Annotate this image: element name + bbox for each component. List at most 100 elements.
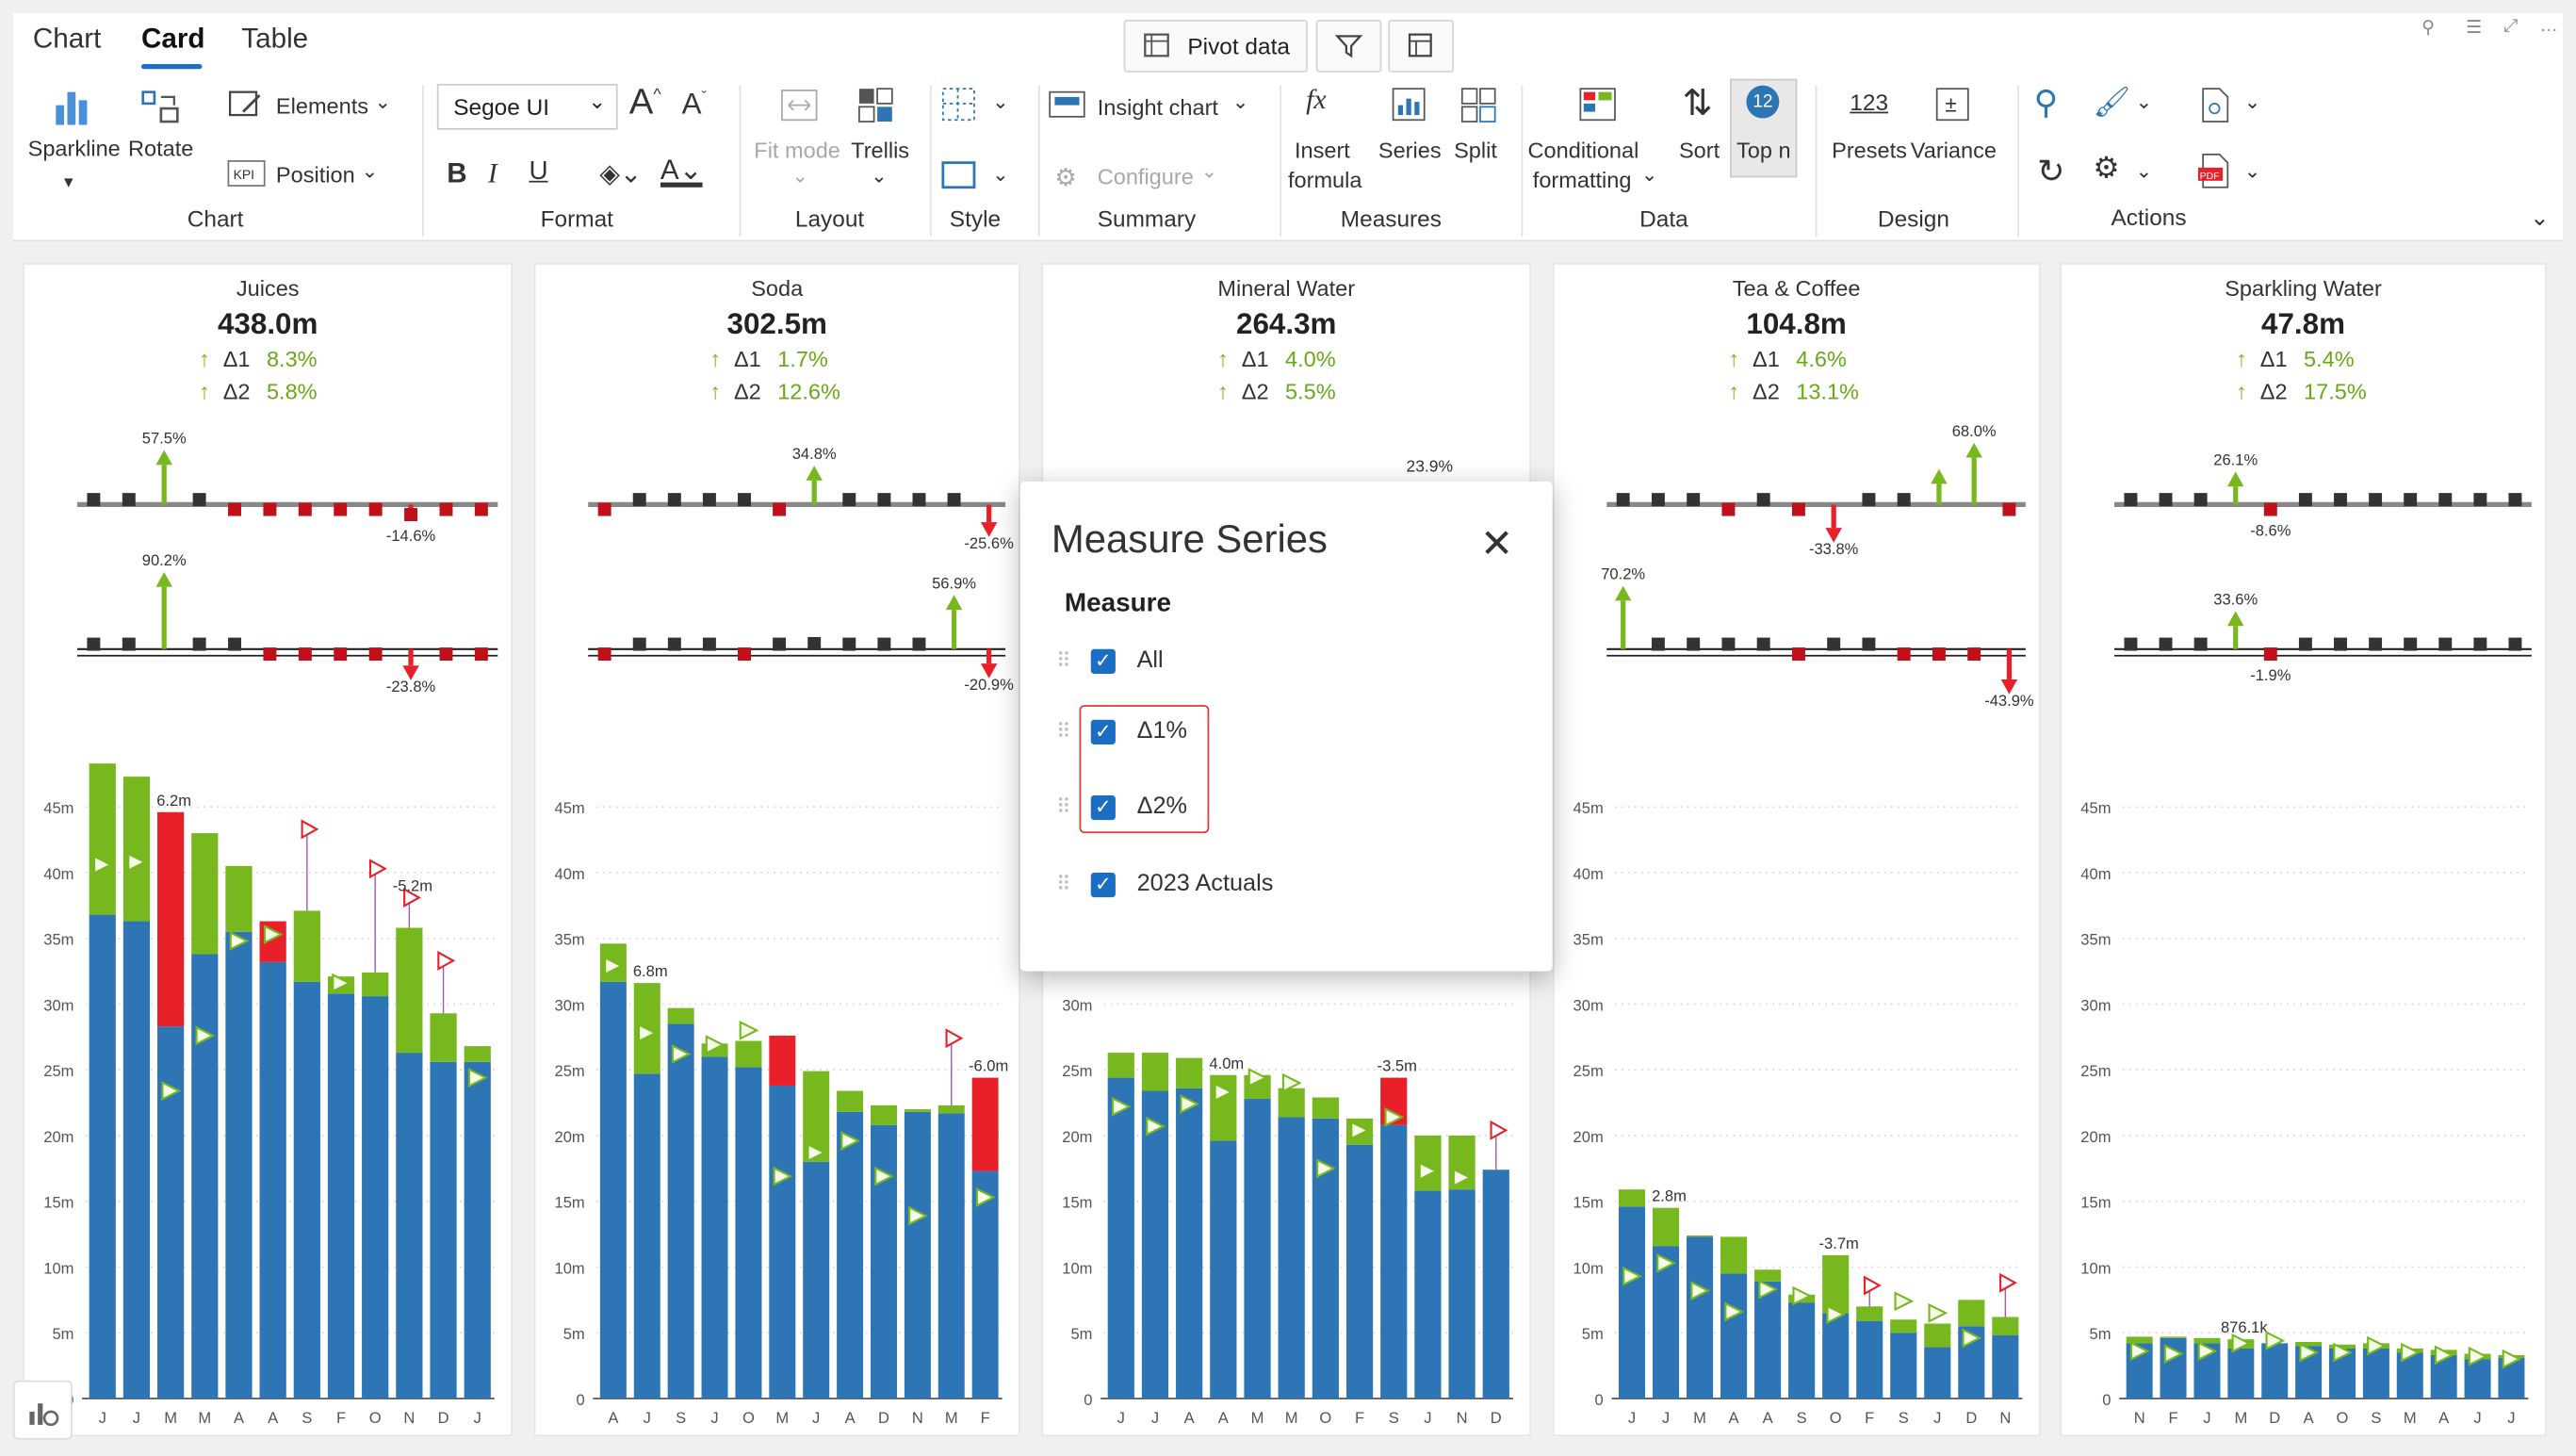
trellis-label[interactable]: Trellis [851, 138, 909, 162]
underline-icon[interactable]: U [529, 157, 547, 187]
gridlines-icon[interactable] [939, 86, 979, 125]
pin-icon[interactable]: ⚲ [2421, 16, 2435, 38]
position-label[interactable]: Position [276, 163, 355, 188]
conditional-label-1[interactable]: Conditional [1528, 138, 1639, 162]
chevron-down-icon[interactable]: ⌄ [2136, 90, 2153, 113]
sparkline-label[interactable]: Sparkline [28, 137, 121, 161]
font-shrink-icon[interactable]: Aˇ [682, 87, 707, 122]
chevron-down-icon[interactable]: ⌄ [2244, 90, 2261, 113]
elements-label[interactable]: Elements [276, 93, 368, 118]
conditional-formatting-icon[interactable] [1577, 86, 1620, 125]
visual-settings-icon[interactable] [12, 1380, 73, 1440]
bar-variance [259, 921, 286, 962]
chevron-down-icon[interactable]: ⌄ [871, 164, 888, 187]
fit-mode-icon[interactable] [778, 86, 821, 125]
chevron-down-icon[interactable]: ⌄ [1232, 90, 1249, 113]
collapse-ribbon-icon[interactable]: ⌄ [2530, 204, 2549, 232]
font-grow-icon[interactable]: A^ [629, 80, 661, 123]
bold-icon[interactable]: B [447, 157, 466, 190]
insert-formula-label-2[interactable]: formula [1288, 168, 1361, 192]
sort-icon[interactable]: ⇅ [1682, 82, 1712, 124]
drag-handle-icon[interactable]: ⠿ [1056, 873, 1091, 895]
font-select[interactable]: Segoe UI ⌄ [436, 83, 618, 130]
variance-label[interactable]: Variance [1911, 138, 1997, 162]
x-tick-label: M [775, 1409, 789, 1427]
y-tick-label: 45m [43, 799, 73, 817]
insert-formula-label-1[interactable]: Insert [1295, 138, 1350, 162]
italic-icon[interactable]: I [488, 157, 497, 190]
filter-corner-icon[interactable]: ☰ [2466, 16, 2482, 38]
paintbrush-icon[interactable]: 🖌 [2093, 86, 2130, 121]
chevron-down-icon[interactable]: ⌄ [791, 164, 808, 187]
bar-actual [2396, 1352, 2423, 1399]
trellis-icon[interactable] [856, 86, 898, 125]
export-settings-icon[interactable] [2196, 86, 2232, 125]
series-label[interactable]: Series [1378, 138, 1442, 162]
filter-button[interactable] [1315, 19, 1382, 73]
split-icon[interactable] [1459, 86, 1498, 125]
conditional-label-2[interactable]: formatting [1533, 168, 1632, 192]
chevron-down-icon[interactable]: ⌄ [1201, 159, 1218, 182]
refresh-icon[interactable]: ↻ [2037, 151, 2064, 192]
presets-label[interactable]: Presets [1832, 138, 1907, 162]
fit-mode-label[interactable]: Fit mode [754, 138, 840, 162]
insert-formula-icon[interactable]: fx [1306, 84, 1326, 117]
more-options-icon[interactable]: … [2540, 16, 2558, 36]
configure-label[interactable]: Configure [1098, 164, 1194, 188]
x-tick-label: S [1899, 1409, 1909, 1427]
bar-variance [122, 777, 151, 922]
font-color-icon[interactable]: A⌄ [660, 155, 703, 188]
measure-item-2023-actuals[interactable]: ⠿ ✓ 2023 Actuals [1056, 864, 1273, 904]
sparkline-arrow [2227, 471, 2244, 487]
checkbox-checked-icon[interactable]: ✓ [1090, 647, 1116, 674]
bar-actual [1414, 1190, 1442, 1399]
bar-actual [327, 993, 355, 1399]
configure-icon[interactable]: ⚙ [1054, 163, 1076, 192]
chevron-down-icon[interactable]: ⌄ [375, 90, 392, 113]
table-edit-button[interactable] [1388, 19, 1455, 73]
bar-variance [1652, 1207, 1680, 1247]
tab-chart[interactable]: Chart [33, 23, 101, 56]
split-label[interactable]: Split [1454, 138, 1497, 162]
chevron-down-icon[interactable]: ⌄ [992, 90, 1009, 113]
x-tick-label: A [234, 1409, 244, 1427]
insight-chart-icon[interactable] [1048, 89, 1087, 122]
drag-handle-icon[interactable]: ⠿ [1056, 649, 1091, 672]
border-icon[interactable] [939, 157, 979, 193]
x-tick-label: J [2473, 1409, 2481, 1427]
chevron-down-icon[interactable]: ▾ [64, 171, 73, 192]
elements-icon[interactable] [227, 86, 267, 125]
sort-label[interactable]: Sort [1679, 138, 1720, 162]
checkbox-checked-icon[interactable]: ✓ [1090, 872, 1116, 897]
variance-icon[interactable]: ± [1933, 86, 1973, 125]
y-tick-label: 30m [555, 996, 585, 1014]
data-label: 4.0m [1209, 1055, 1244, 1072]
fill-color-icon[interactable]: ◈⌄ [599, 157, 642, 190]
sparkline-dot [334, 647, 348, 662]
sparkline-label: -20.9% [964, 676, 1014, 694]
chevron-down-icon[interactable]: ⌄ [2244, 159, 2261, 182]
chevron-down-icon[interactable]: ⌄ [2136, 159, 2153, 182]
chevron-down-icon[interactable]: ⌄ [1641, 163, 1658, 186]
search-icon[interactable]: ⚲ [2034, 82, 2059, 123]
chevron-down-icon[interactable]: ⌄ [362, 159, 379, 182]
data-label: 6.2m [156, 792, 191, 810]
tab-card[interactable]: Card [141, 23, 205, 56]
close-icon[interactable]: ✕ [1480, 521, 1513, 569]
presets-icon[interactable]: 123 [1850, 89, 1888, 115]
kpi-position-icon[interactable]: KPI [227, 157, 269, 190]
gear-icon[interactable]: ⚙ [2093, 151, 2119, 186]
pivot-data-button[interactable]: Pivot data [1123, 19, 1308, 73]
rotate-icon[interactable] [138, 86, 184, 128]
series-icon[interactable] [1390, 86, 1429, 125]
bar-actual [1380, 1124, 1408, 1399]
sparkline-icon[interactable] [53, 86, 99, 128]
tab-table[interactable]: Table [241, 23, 308, 56]
rotate-label[interactable]: Rotate [128, 137, 193, 161]
sparkline-arrow [1931, 468, 1948, 484]
focus-mode-icon[interactable]: ⤢ [2503, 16, 2518, 38]
chevron-down-icon[interactable]: ⌄ [992, 163, 1009, 186]
pdf-icon[interactable]: PDF [2196, 151, 2232, 190]
measure-item-all[interactable]: ⠿ ✓ All [1056, 641, 1164, 680]
insight-chart-label[interactable]: Insight chart [1098, 95, 1218, 120]
